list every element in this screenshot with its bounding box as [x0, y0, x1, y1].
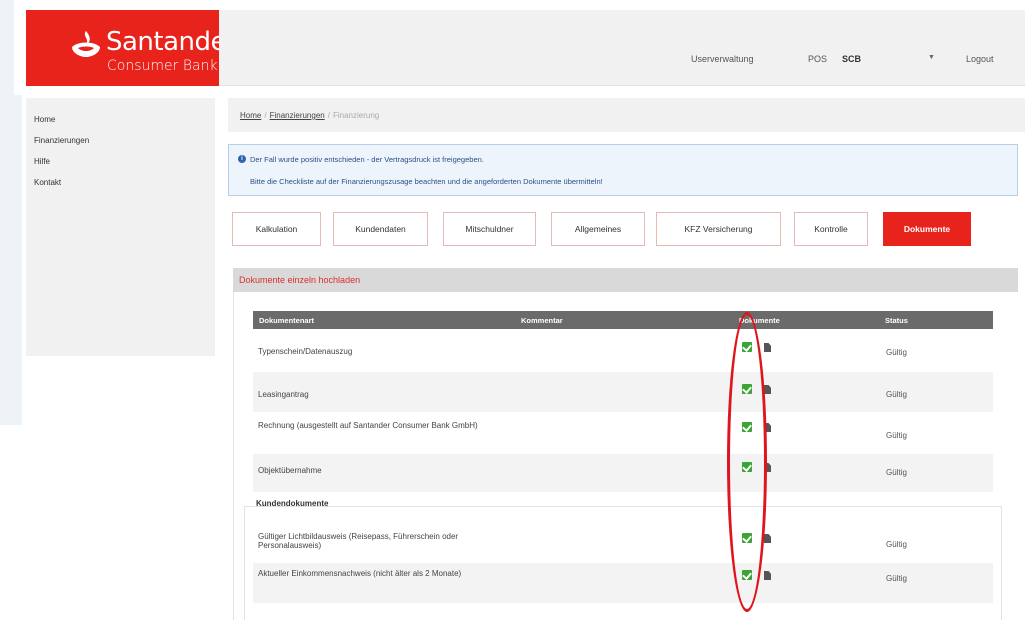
status-text: Gültig — [886, 468, 907, 477]
table-header: Dokumentenart Kommentar Dokumente Status — [253, 311, 993, 329]
info-icon: i — [238, 155, 246, 163]
santander-logo[interactable]: Santander Consumer Bank — [26, 10, 237, 86]
logout-link[interactable]: Logout — [966, 54, 994, 64]
document-type: Gültiger Lichtbildausweis (Reisepass, Fü… — [258, 532, 459, 550]
tab-kundendaten[interactable]: Kundendaten — [333, 212, 428, 246]
sidebar-item-finanzierungen[interactable]: Finanzierungen — [34, 136, 89, 145]
chevron-down-icon[interactable]: ▼ — [928, 54, 935, 61]
background-panel — [14, 95, 22, 425]
breadcrumb: Home / Finanzierungen / Finanzierung — [240, 111, 379, 120]
column-header-status: Status — [885, 316, 908, 325]
document-type: Typenschein/Datenauszug — [258, 347, 353, 356]
breadcrumb-current: Finanzierung — [332, 111, 380, 120]
status-text: Gültig — [886, 431, 907, 440]
tab-allgemeines[interactable]: Allgemeines — [551, 212, 645, 246]
status-text: Gültig — [886, 540, 907, 549]
status-text: Gültig — [886, 390, 907, 399]
background-panel — [0, 0, 14, 425]
section-heading: Dokumente einzeln hochladen — [233, 268, 1018, 292]
document-type: Aktueller Einkommensnachweis (nicht älte… — [258, 569, 462, 578]
breadcrumb-home[interactable]: Home — [240, 111, 261, 120]
customer-documents-heading: Kundendokumente — [244, 495, 1002, 513]
highlight-ellipse — [727, 312, 767, 612]
file-icon[interactable] — [764, 343, 771, 352]
page: Santander Consumer Bank Userverwaltung P… — [0, 0, 1025, 620]
column-header-type: Dokumentenart — [259, 316, 315, 325]
tab-kfz-versicherung[interactable]: KFZ Versicherung — [656, 212, 781, 246]
table-row: Rechnung (ausgestellt auf Santander Cons… — [253, 414, 993, 454]
header-bar — [219, 10, 1025, 86]
brand-subtitle: Consumer Bank — [107, 58, 218, 74]
tab-dokumente[interactable]: Dokumente — [883, 212, 971, 246]
flame-icon — [72, 31, 100, 57]
user-admin-link[interactable]: Userverwaltung — [691, 54, 754, 64]
breadcrumb-separator: / — [327, 111, 330, 120]
customer-documents-title: Kundendokumente — [256, 499, 329, 508]
tab-mitschuldner[interactable]: Mitschuldner — [443, 212, 536, 246]
file-icon[interactable] — [764, 571, 771, 580]
table-row: Typenschein/Datenauszug Gültig — [253, 330, 993, 370]
tab-kalkulation[interactable]: Kalkulation — [232, 212, 321, 246]
section-title: Dokumente einzeln hochladen — [239, 275, 361, 285]
sidebar-item-home[interactable]: Home — [34, 115, 55, 124]
pos-label: POS — [808, 54, 828, 64]
sidebar: Home Finanzierungen Hilfe Kontakt — [26, 98, 215, 356]
breadcrumb-finanzierungen[interactable]: Finanzierungen — [270, 111, 325, 120]
table-row: Leasingantrag Gültig — [253, 372, 993, 412]
column-header-comment: Kommentar — [521, 316, 563, 325]
document-type: Objektübernahme — [258, 466, 322, 475]
table-row: Aktueller Einkommensnachweis (nicht älte… — [253, 563, 993, 603]
info-message: i Der Fall wurde positiv entschieden - d… — [228, 144, 1018, 196]
status-text: Gültig — [886, 574, 907, 583]
sidebar-item-kontakt[interactable]: Kontakt — [34, 178, 61, 187]
file-icon[interactable] — [764, 534, 771, 543]
file-icon[interactable] — [764, 385, 771, 394]
document-type: Rechnung (ausgestellt auf Santander Cons… — [258, 421, 478, 430]
sidebar-item-hilfe[interactable]: Hilfe — [34, 157, 50, 166]
info-text-line2: Bitte die Checkliste auf der Finanzierun… — [250, 177, 603, 186]
table-row: Objektübernahme Gültig — [253, 454, 993, 492]
brand-name: Santander — [106, 27, 237, 57]
breadcrumb-separator: / — [264, 111, 267, 120]
breadcrumb-bar: Home / Finanzierungen / Finanzierung — [228, 98, 1025, 132]
document-type: Leasingantrag — [258, 390, 309, 399]
info-text-line1: Der Fall wurde positiv entschieden - der… — [250, 155, 484, 164]
pos-select[interactable]: SCB — [842, 54, 861, 64]
table-row: Gültiger Lichtbildausweis (Reisepass, Fü… — [253, 522, 993, 562]
tab-kontrolle[interactable]: Kontrolle — [794, 212, 868, 246]
status-text: Gültig — [886, 348, 907, 357]
